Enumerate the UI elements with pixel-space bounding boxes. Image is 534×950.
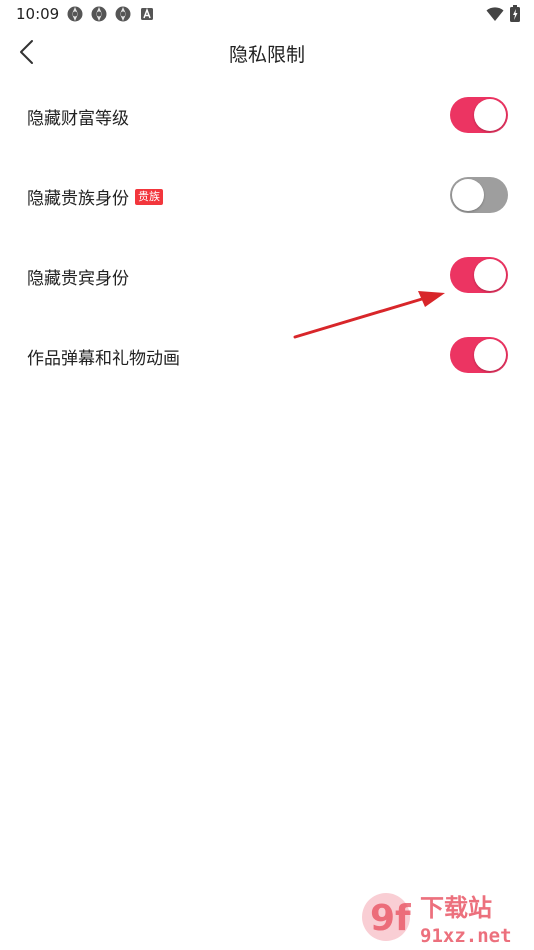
battery-charging-icon [510, 5, 520, 22]
toggle-knob [474, 259, 506, 291]
watermark-logo-text: 9f [370, 898, 411, 939]
setting-label: 隐藏贵宾身份 [27, 269, 129, 289]
red-arrow-icon [293, 291, 445, 339]
aperture-icon [91, 6, 107, 22]
settings-list: 隐藏财富等级 隐藏贵族身份 贵族 隐藏贵宾身份 作品弹幕和礼物动画 [0, 76, 534, 396]
a-app-icon [141, 7, 153, 20]
noble-badge: 贵族 [135, 188, 163, 205]
setting-row-hide-vip-identity: 隐藏贵宾身份 [0, 236, 534, 316]
wifi-icon [486, 6, 504, 21]
aperture-icon [67, 6, 83, 22]
watermark-bottom-text: 91xz.net [420, 925, 512, 947]
hide-noble-identity-toggle[interactable] [450, 177, 508, 213]
setting-row-danmaku-gift-animation: 作品弹幕和礼物动画 [0, 316, 534, 396]
toggle-knob [452, 179, 484, 211]
aperture-icon [115, 6, 131, 22]
setting-label: 作品弹幕和礼物动画 [27, 349, 180, 369]
nav-bar: 隐私限制 [0, 28, 534, 76]
status-right-icons [486, 5, 520, 22]
setting-row-hide-noble-identity: 隐藏贵族身份 贵族 [0, 156, 534, 236]
setting-row-hide-wealth-level: 隐藏财富等级 [0, 76, 534, 156]
status-time: 10:09 [16, 5, 60, 23]
page-title: 隐私限制 [228, 44, 305, 66]
watermark-top-text: 下载站 [420, 894, 492, 922]
site-watermark-logo: 9f 下载站 91xz.net [362, 893, 512, 947]
hide-vip-identity-toggle[interactable] [450, 257, 508, 293]
danmaku-gift-animation-toggle[interactable] [450, 337, 508, 373]
setting-label: 隐藏财富等级 [27, 109, 129, 129]
status-bar: 10:09 [0, 0, 534, 28]
hide-wealth-level-toggle[interactable] [450, 97, 508, 133]
toggle-knob [474, 99, 506, 131]
toggle-knob [474, 339, 506, 371]
setting-label: 隐藏贵族身份 [27, 189, 129, 209]
notification-icons [66, 5, 156, 23]
